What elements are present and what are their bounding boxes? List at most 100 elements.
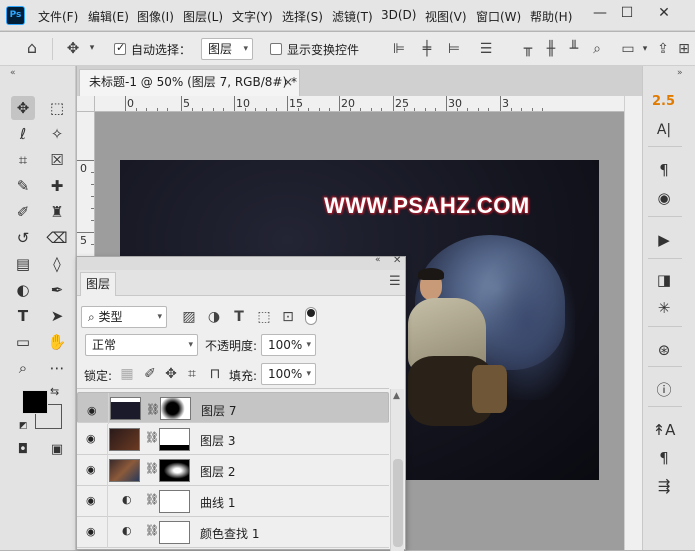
layer-row[interactable]: ◉ ⛓ 图层 3	[77, 424, 389, 455]
character-styles-icon[interactable]: ↟A	[652, 418, 676, 442]
close-window-icon[interactable]: ✕	[655, 4, 673, 22]
history-brush-icon[interactable]: ↺	[11, 226, 35, 250]
filter-kind-dropdown[interactable]: ⌕ 类型 ▾	[81, 306, 167, 328]
paragraph-icon[interactable]: ¶	[652, 158, 676, 182]
hand-tool-icon[interactable]: ✋	[45, 330, 69, 354]
menu-image[interactable]: 图像(I)	[137, 8, 174, 25]
info-icon[interactable]: ⓘ	[652, 378, 676, 402]
auto-select-checkbox[interactable]	[114, 41, 126, 55]
layers-scrollbar[interactable]: ▲	[390, 389, 404, 551]
adjustments-icon[interactable]: ✳	[652, 296, 676, 320]
opacity-field[interactable]: 100% ▾	[261, 334, 316, 356]
lock-position-icon[interactable]: ✥	[163, 365, 179, 383]
blur-tool-icon[interactable]: ◊	[45, 252, 69, 276]
vertical-scrollbar[interactable]	[624, 96, 642, 550]
lock-all-icon[interactable]: ⊓	[207, 365, 223, 383]
marquee-tool-icon[interactable]: ⬚	[45, 96, 69, 120]
menu-file[interactable]: 文件(F)	[38, 8, 78, 25]
eye-icon[interactable]: ◉	[86, 432, 96, 445]
channels-icon[interactable]: ⊛	[652, 338, 676, 362]
layer-row[interactable]: ◉ ⛓ 图层 2	[77, 455, 389, 486]
auto-select-dropdown[interactable]: 图层 ▾	[201, 38, 253, 60]
foreground-color-swatch[interactable]	[22, 390, 48, 414]
fill-field[interactable]: 100% ▾	[261, 363, 316, 385]
gradient-tool-icon[interactable]: ▤	[11, 252, 35, 276]
history-icon[interactable]: ⇶	[652, 474, 676, 498]
align-bottom-icon[interactable]: ╨	[566, 40, 582, 58]
pen-tool-icon[interactable]: ✒	[45, 278, 69, 302]
dodge-tool-icon[interactable]: ◐	[11, 278, 35, 302]
more-icon[interactable]: ⊞	[676, 40, 692, 58]
swap-colors-icon[interactable]: ⇆	[50, 385, 59, 398]
eraser-tool-icon[interactable]: ⌫	[45, 226, 69, 250]
collapse-icon[interactable]: «	[10, 68, 16, 78]
close-icon[interactable]: ✕	[393, 255, 401, 266]
eye-icon[interactable]: ◉	[86, 494, 96, 507]
filter-adjustment-icon[interactable]: ◑	[205, 308, 223, 326]
scrollbar-thumb[interactable]	[393, 459, 403, 547]
eye-icon[interactable]: ◉	[86, 463, 96, 476]
paragraph-styles-icon[interactable]: ¶	[652, 446, 676, 470]
scroll-up-icon[interactable]: ▲	[393, 391, 400, 401]
menu-edit[interactable]: 编辑(E)	[88, 8, 129, 25]
filter-pixel-icon[interactable]: ▨	[180, 308, 198, 326]
menu-window[interactable]: 窗口(W)	[476, 8, 521, 25]
library-icon[interactable]: ◨	[652, 268, 676, 292]
align-left-icon[interactable]: ⊫	[391, 40, 407, 58]
layer-row[interactable]: ◉ ◐ ⛓ 颜色查找 1	[77, 517, 389, 548]
lock-pixels-icon[interactable]: ✐	[142, 365, 158, 383]
lock-transparent-icon[interactable]: ▦	[119, 365, 135, 383]
quick-mask-icon[interactable]: ◘	[11, 438, 35, 462]
menu-layer[interactable]: 图层(L)	[183, 8, 223, 25]
glyph-icon[interactable]: ◉	[652, 186, 676, 210]
layer-row[interactable]: ◉ ⛓ 图层 7	[77, 392, 389, 424]
zoom-tool-icon[interactable]: ⌕	[11, 356, 35, 380]
magic-wand-icon[interactable]: ✧	[45, 122, 69, 146]
filter-type-icon[interactable]: T	[230, 308, 248, 326]
lasso-tool-icon[interactable]: ℓ	[11, 122, 35, 146]
menu-type[interactable]: 文字(Y)	[232, 8, 273, 25]
home-icon[interactable]: ⌂	[22, 39, 42, 57]
maximize-icon[interactable]: ☐	[618, 4, 636, 22]
character-icon[interactable]: A|	[652, 118, 676, 142]
chevron-down-icon[interactable]: ▾	[86, 39, 98, 57]
play-icon[interactable]: ▶	[652, 228, 676, 252]
screen-mode-icon[interactable]: ▣	[45, 438, 69, 462]
rectangle-tool-icon[interactable]: ▭	[11, 330, 35, 354]
menu-view[interactable]: 视图(V)	[425, 8, 467, 25]
distribute-icon[interactable]: ☰	[478, 40, 494, 58]
menu-filter[interactable]: 滤镜(T)	[332, 8, 373, 25]
eyedropper-icon[interactable]: ✎	[11, 174, 35, 198]
layer-row[interactable]: ◉ ◐ ⛓ 曲线 1	[77, 486, 389, 517]
menu-help[interactable]: 帮助(H)	[530, 8, 572, 25]
align-top-icon[interactable]: ╥	[520, 40, 536, 58]
move-tool-icon[interactable]: ✥	[11, 96, 35, 120]
close-tab-icon[interactable]: ×	[283, 70, 293, 95]
menu-select[interactable]: 选择(S)	[282, 8, 323, 25]
align-vcenter-icon[interactable]: ╫	[543, 40, 559, 58]
collapse-icon[interactable]: »	[677, 68, 683, 78]
more-tools-icon[interactable]: ⋯	[45, 356, 69, 380]
frame-tool-icon[interactable]: ☒	[45, 148, 69, 172]
healing-brush-icon[interactable]: ✚	[45, 174, 69, 198]
tab-layers[interactable]: 图层	[80, 272, 116, 296]
show-transform-checkbox[interactable]	[270, 43, 282, 55]
brush-tool-icon[interactable]: ✐	[11, 200, 35, 224]
lock-artboard-icon[interactable]: ⌗	[184, 365, 200, 383]
collapse-icon[interactable]: «	[375, 255, 381, 265]
align-right-icon[interactable]: ⊨	[446, 40, 462, 58]
blend-mode-dropdown[interactable]: 正常 ▾	[85, 334, 198, 356]
crop-tool-icon[interactable]: ⌗	[11, 148, 35, 172]
chevron-down-icon[interactable]: ▾	[640, 40, 650, 58]
document-tab[interactable]: 未标题-1 @ 50% (图层 7, RGB/8#) * ×	[79, 69, 300, 96]
share-icon[interactable]: ⇪	[655, 40, 671, 58]
default-colors-icon[interactable]: ◩	[19, 421, 28, 431]
horizontal-ruler[interactable]: 0 5 10 15 20 25 30 3	[95, 96, 624, 112]
filter-toggle[interactable]	[305, 307, 317, 325]
workspace-icon[interactable]: ▭	[620, 40, 636, 58]
minimize-icon[interactable]: —	[591, 4, 609, 22]
panel-menu-icon[interactable]: ☰	[389, 274, 401, 289]
menu-3d[interactable]: 3D(D)	[381, 8, 416, 22]
filter-shape-icon[interactable]: ⬚	[255, 308, 273, 326]
type-tool-icon[interactable]: T	[11, 304, 35, 328]
